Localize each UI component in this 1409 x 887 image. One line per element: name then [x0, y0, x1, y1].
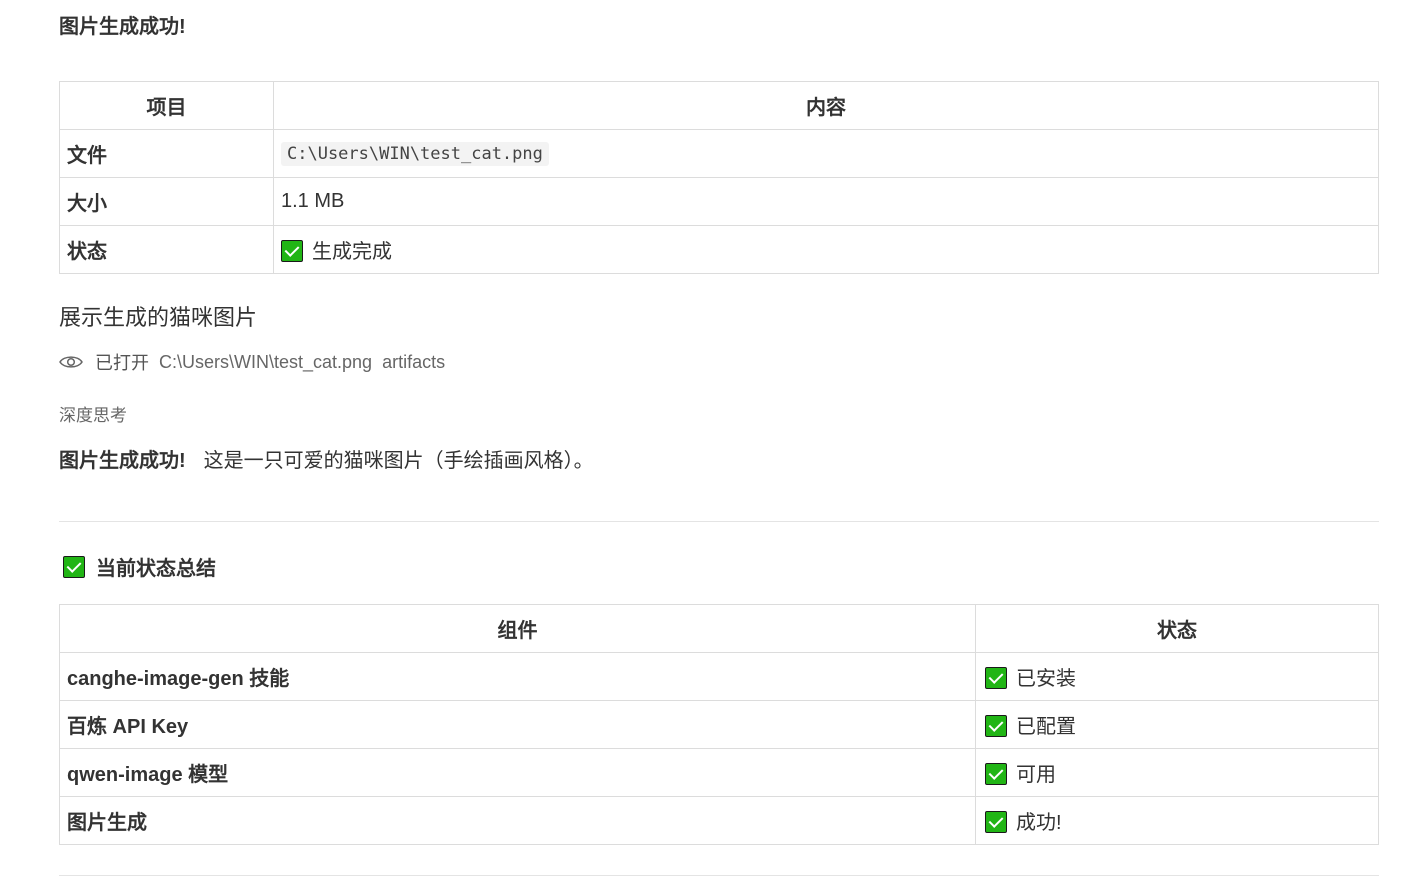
table-header-row: 项目 内容	[59, 81, 1379, 130]
file-path-code[interactable]: C:\Users\WIN\test_cat.png	[281, 142, 549, 166]
eye-icon	[59, 356, 83, 368]
status-cell: 已配置	[975, 700, 1379, 749]
deep-thinking-toggle[interactable]: 深度思考	[59, 401, 127, 426]
section-title: 展示生成的猫咪图片	[59, 305, 258, 330]
divider	[59, 521, 1379, 522]
status-cell: 可用	[975, 748, 1379, 797]
opened-path: C:\Users\WIN\test_cat.png	[159, 351, 373, 372]
column-header-status: 状态	[975, 604, 1379, 653]
table-row: canghe-image-gen 技能 已安装	[59, 652, 1379, 701]
divider	[59, 875, 1379, 876]
check-box-icon	[985, 763, 1007, 785]
check-box-icon	[985, 715, 1007, 737]
status-cell: 成功!	[975, 796, 1379, 845]
row-key-file: 文件	[59, 129, 274, 178]
status-text: 生成完成	[312, 241, 392, 263]
check-box-icon	[985, 811, 1007, 833]
table-row: 文件 C:\Users\WIN\test_cat.png	[59, 129, 1379, 178]
summary-heading: 当前状态总结	[59, 552, 216, 581]
table-header-row: 组件 状态	[59, 604, 1379, 653]
status-text: 已配置	[1016, 716, 1076, 738]
check-box-icon	[985, 667, 1007, 689]
column-header-item: 项目	[59, 81, 274, 130]
check-box-icon	[281, 240, 303, 262]
table-row: 百炼 API Key 已配置	[59, 700, 1379, 749]
column-header-content: 内容	[273, 81, 1379, 130]
result-bold: 图片生成成功!	[59, 450, 186, 472]
row-key-status: 状态	[59, 225, 274, 274]
row-value-status: 生成完成	[273, 225, 1379, 274]
result-heading: 图片生成成功!	[59, 16, 186, 38]
result-message: 图片生成成功! 这是一只可爱的猫咪图片（手绘插画风格）。	[59, 444, 594, 473]
file-info-table: 项目 内容 文件 C:\Users\WIN\test_cat.png 大小 1.…	[59, 81, 1379, 274]
table-row: 状态 生成完成	[59, 225, 1379, 274]
table-row: 大小 1.1 MB	[59, 177, 1379, 226]
component-cell: qwen-image 模型	[59, 748, 976, 797]
status-text: 成功!	[1016, 812, 1062, 834]
opened-artifacts: artifacts	[382, 351, 446, 372]
check-box-icon	[63, 555, 85, 578]
table-row: qwen-image 模型 可用	[59, 748, 1379, 797]
component-cell: 百炼 API Key	[59, 700, 976, 749]
status-cell: 已安装	[975, 652, 1379, 701]
opened-file-link[interactable]: 已打开 C:\Users\WIN\test_cat.png artifacts	[59, 349, 455, 375]
opened-label: 已打开	[95, 353, 149, 373]
row-key-size: 大小	[59, 177, 274, 226]
row-value-size: 1.1 MB	[273, 177, 1379, 226]
result-text: 这是一只可爱的猫咪图片（手绘插画风格）。	[203, 450, 594, 472]
status-text: 可用	[1016, 764, 1056, 786]
status-text: 已安装	[1016, 668, 1076, 690]
component-cell: 图片生成	[59, 796, 976, 845]
summary-title: 当前状态总结	[96, 558, 216, 580]
component-cell: canghe-image-gen 技能	[59, 652, 976, 701]
table-row: 图片生成 成功!	[59, 796, 1379, 845]
column-header-component: 组件	[59, 604, 976, 653]
status-summary-table: 组件 状态 canghe-image-gen 技能 已安装 百炼 API Key…	[59, 604, 1379, 845]
row-value-file: C:\Users\WIN\test_cat.png	[273, 129, 1379, 178]
